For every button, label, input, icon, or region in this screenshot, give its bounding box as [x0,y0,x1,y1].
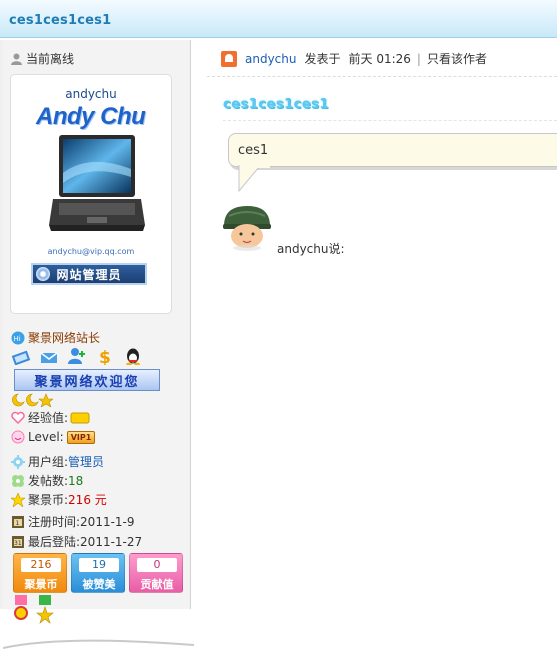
group-value[interactable]: 管理员 [68,453,104,470]
author-says: andychu说: [277,242,345,256]
level-row: Level: VIP1 [11,430,96,444]
posted-label: 发表于 [304,52,341,66]
regtime-value: 2011-1-9 [80,514,135,529]
lastlogin-value: 2011-1-27 [80,534,143,549]
author-title-row: Hi 聚景网络站长 [11,329,100,346]
scrollbar-thumb[interactable] [3,637,194,649]
post-content: ces1 [238,143,269,158]
stat-coins: 216 聚景币 [13,553,67,593]
group-label: 用户组: [28,455,69,469]
bubble-tail [238,165,270,193]
hi-icon: Hi [11,331,25,344]
stat-contribution-label: 贡献值 [140,578,174,591]
post-time: 前天 01:26 [348,52,411,66]
welcome-banner: 聚景网络欢迎您 [14,369,160,391]
lastlogin-label: 最后登陆: [28,535,81,549]
action-icons: $ [11,347,143,365]
moon-star-icon [12,393,53,407]
coins-label: 聚景币: [28,493,69,507]
svg-text:1: 1 [16,520,20,527]
exp-bar-icon [70,412,90,423]
post-author-link[interactable]: andychu [245,52,297,66]
soldier-avatar-icon [223,206,271,251]
online-status: 当前离线 [11,50,74,67]
post-icon [221,50,237,67]
stat-praised-value: 19 [79,558,119,572]
stat-contribution: 0 贡献值 [129,553,183,593]
admin-badge: 网站管理员 [31,263,147,285]
stat-praised: 19 被赞美 [71,553,125,593]
medal-icons [14,595,54,624]
posts-row: 发帖数: 18 [11,472,83,489]
stat-boxes: 216 聚景币 19 被赞美 0 贡献值 [13,553,183,593]
post-header: andychu 发表于 前天 01:26 | 只看该作者 [221,50,487,67]
posts-value: 18 [68,473,84,488]
stat-contribution-value: 0 [137,558,177,572]
level-stars [11,393,53,407]
stat-coins-value: 216 [21,558,61,572]
calendar-icon: 1 [12,515,24,528]
stat-praised-label: 被赞美 [82,578,116,591]
posts-label: 发帖数: [28,474,69,488]
online-status-label: 当前离线 [26,52,75,66]
title-bar: ces1ces1ces1 [0,0,557,38]
message-icon[interactable] [39,347,59,365]
post-body: andychu 发表于 前天 01:26 | 只看该作者 ces1ces1ces… [207,40,557,609]
regtime-row: 1 注册时间: 2011-1-9 [11,513,135,530]
clover-icon [12,474,24,487]
calendar-icon: 31 [12,535,24,548]
header-separator: | [416,51,421,66]
profile-icon[interactable] [11,347,31,365]
user-icon [11,53,22,65]
only-author-link[interactable]: 只看该作者 [427,50,487,67]
svg-text:Hi: Hi [14,335,21,343]
regtime-label: 注册时间: [28,515,81,529]
exp-row: 经验值: [11,409,90,426]
money-icon[interactable]: $ [95,347,115,365]
coins-value: 216 元 [68,493,107,507]
post-content-bubble: ces1 [228,133,557,167]
title-divider [223,120,557,121]
laptop-image [49,135,145,231]
qq-icon[interactable] [123,347,143,365]
post-title: ces1ces1ces1 [223,97,329,112]
gear-icon [11,454,25,469]
stat-coins-label: 聚景币 [24,578,58,591]
svg-text:31: 31 [14,540,22,547]
star-icon [11,492,25,507]
cd-icon [36,267,50,281]
admin-badge-label: 网站管理员 [56,267,122,282]
avatar-logo-text: Andy Chu [36,103,146,130]
avatar-username: andychu [65,87,117,101]
add-friend-icon[interactable] [67,347,87,365]
avatar[interactable]: andychu Andy Chu andychu@vip.qq.com 网站管理… [10,74,172,314]
heart-icon [11,411,25,424]
group-row: 用户组: 管理员 [11,453,104,470]
author-title: 聚景网络站长 [28,331,101,345]
author-sidebar: 当前离线 andychu Andy Chu andychu@vip.qq.com… [0,40,194,649]
thread-title-bar: ces1ces1ces1 [9,13,112,28]
level-label: Level: [28,430,64,444]
avatar-email: andychu@vip.qq.com [47,247,135,256]
coins-row: 聚景币: 216 元 [11,491,107,508]
smile-icon [11,430,25,444]
svg-text:$: $ [99,348,111,365]
lastlogin-row: 31 最后登陆: 2011-1-27 [11,533,142,550]
vip-badge: VIP1 [66,430,96,444]
header-divider [207,76,557,77]
exp-label: 经验值: [28,411,69,425]
